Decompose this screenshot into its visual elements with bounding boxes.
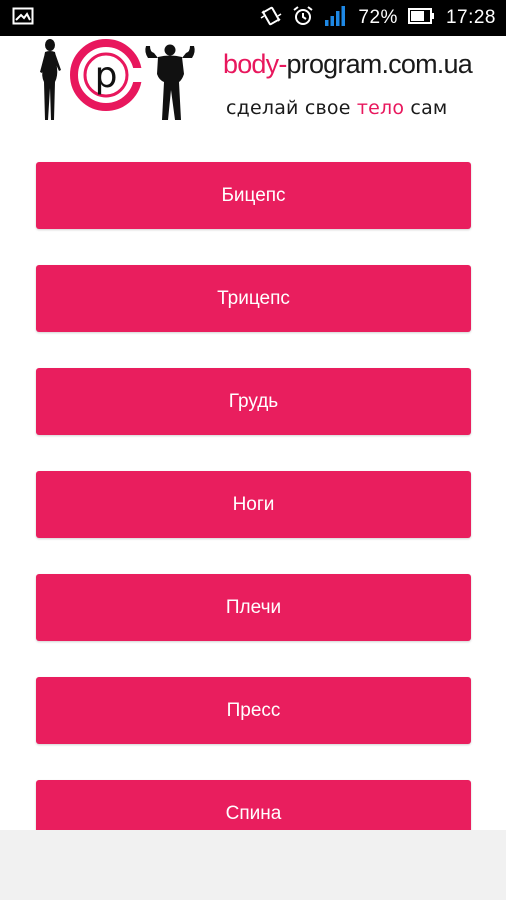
- brand-logo: p: [40, 39, 195, 120]
- battery-percent: 72%: [358, 7, 398, 28]
- site-name-accent: body-: [223, 49, 287, 79]
- app-header: p body-program.com.ua сделай свое тело с…: [0, 36, 506, 132]
- site-name-main: program.com.ua: [286, 49, 473, 79]
- menu-button-biceps[interactable]: Бицепс: [36, 162, 471, 229]
- vibrate-icon: [260, 5, 282, 32]
- bottom-bar: [0, 830, 506, 900]
- site-name: body-program.com.ua: [223, 48, 473, 80]
- menu-button-chest[interactable]: Грудь: [36, 368, 471, 435]
- signal-icon: [324, 5, 348, 32]
- male-silhouette-icon: [145, 44, 195, 120]
- status-right: 72% 17:28: [250, 5, 496, 32]
- tagline-part1: сделай свое: [226, 97, 357, 119]
- menu-button-shoulders[interactable]: Плечи: [36, 574, 471, 641]
- brand-tagline: сделай свое тело сам: [226, 96, 447, 120]
- status-left: [12, 7, 34, 30]
- alarm-icon: [292, 5, 314, 32]
- menu-button-legs[interactable]: Ноги: [36, 471, 471, 538]
- female-silhouette-icon: [40, 39, 61, 120]
- tagline-part3: сам: [404, 97, 448, 119]
- p-circle-logo-icon: p: [70, 39, 146, 111]
- tagline-accent: тело: [356, 97, 405, 119]
- logo-letter: p: [95, 55, 118, 96]
- menu-button-abs[interactable]: Пресс: [36, 677, 471, 744]
- status-bar: 72% 17:28: [0, 0, 506, 36]
- menu-button-triceps[interactable]: Трицепс: [36, 265, 471, 332]
- battery-icon: [407, 7, 436, 29]
- muscle-group-menu: Бицепс Трицепс Грудь Ноги Плечи Пресс Сп…: [36, 162, 471, 883]
- image-icon: [12, 7, 34, 30]
- status-time: 17:28: [445, 7, 496, 28]
